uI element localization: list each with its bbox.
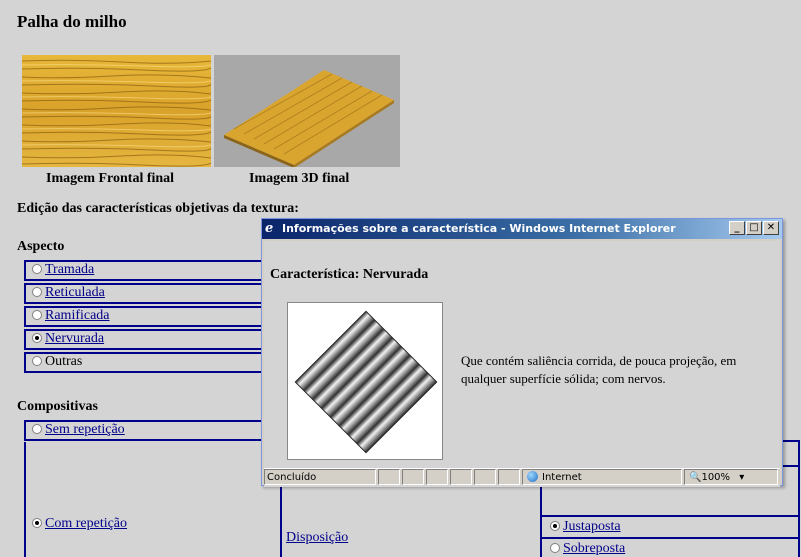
justaposta-bottom-border (542, 537, 800, 539)
option-row-ramificada: Ramificada (24, 306, 274, 327)
option-sobreposta: Sobreposta (550, 541, 625, 557)
ie-logo-icon: e (265, 221, 274, 236)
popup-title: Informações sobre a característica - Win… (282, 222, 676, 235)
outras-label: Outras (45, 354, 83, 369)
zone-label: Internet (542, 472, 582, 483)
justaposta-link[interactable]: Justaposta (563, 519, 621, 534)
justaposta-radio[interactable] (550, 521, 560, 531)
aspecto-heading: Aspecto (17, 239, 65, 254)
option-row-reticulada: Reticulada (24, 283, 274, 304)
nervurada-link[interactable]: Nervurada (45, 331, 104, 346)
status-pane-4 (450, 469, 472, 485)
page-title: Palha do milho (17, 12, 127, 31)
status-pane-3 (426, 469, 448, 485)
tramada-link[interactable]: Tramada (45, 262, 94, 277)
zoom-icon: 🔍 (689, 472, 702, 483)
3d-image-caption: Imagem 3D final (249, 171, 350, 186)
sobreposta-radio[interactable] (550, 543, 560, 553)
caracteristica-heading: Característica: Nervurada (270, 267, 429, 282)
status-pane-5 (474, 469, 496, 485)
status-pane-1 (378, 469, 400, 485)
minimize-button[interactable]: _ (729, 221, 745, 235)
disposicao-link[interactable]: Disposição (286, 530, 348, 546)
disposicao-border-left (280, 486, 282, 557)
ramificada-radio[interactable] (32, 310, 42, 320)
outras-radio[interactable] (32, 356, 42, 366)
edit-section-title: Edição das características objetivas da … (17, 201, 299, 216)
repeticao-group-border (24, 442, 26, 557)
status-text: Concluído (264, 469, 376, 485)
globe-icon (527, 471, 538, 482)
option-row-sem-repeticao: Sem repetição (24, 420, 274, 441)
zoom-level: 100% (701, 472, 731, 483)
popup-content: Característica: Nervurada Que contém sal… (264, 241, 780, 487)
status-pane-2 (402, 469, 424, 485)
justaposta-top-border (542, 515, 800, 517)
window-controls: _ □ ✕ (729, 221, 779, 235)
maximize-button[interactable]: □ (746, 221, 762, 235)
zoom-pane[interactable]: 🔍100% ▾ (684, 469, 778, 485)
popup-statusbar: Concluído Internet 🔍100% ▾ (264, 468, 780, 485)
option-justaposta: Justaposta (550, 519, 621, 535)
sobreposta-link[interactable]: Sobreposta (563, 541, 625, 556)
caracteristica-description: Que contém saliência corrida, de pouca p… (461, 353, 737, 386)
info-popup-window: e Informações sobre a característica - W… (261, 218, 783, 487)
compositivas-heading: Compositivas (17, 399, 98, 414)
right-border (798, 440, 800, 557)
3d-texture-image (214, 55, 400, 167)
right-border-mid (783, 465, 800, 467)
tramada-radio[interactable] (32, 264, 42, 274)
nervurada-radio[interactable] (32, 333, 42, 343)
zone-pane: Internet (522, 469, 682, 485)
com-repeticao-link[interactable]: Com repetição (45, 516, 127, 531)
ramificada-link[interactable]: Ramificada (45, 308, 110, 323)
zoom-dropdown-icon[interactable]: ▾ (739, 472, 744, 483)
sem-repeticao-radio[interactable] (32, 424, 42, 434)
frontal-texture-image (22, 55, 211, 167)
disposicao-border-right (540, 486, 542, 557)
reticulada-link[interactable]: Reticulada (45, 285, 105, 300)
option-com-repeticao: Com repetição (32, 516, 127, 532)
option-row-outras: Outras (24, 352, 274, 373)
popup-titlebar[interactable]: e Informações sobre a característica - W… (262, 219, 782, 239)
option-row-nervurada: Nervurada (24, 329, 274, 350)
option-row-tramada: Tramada (24, 260, 274, 281)
nervurada-illustration (287, 302, 443, 460)
status-pane-6 (498, 469, 520, 485)
right-border-top (783, 440, 800, 442)
sem-repeticao-link[interactable]: Sem repetição (45, 422, 125, 437)
reticulada-radio[interactable] (32, 287, 42, 297)
com-repeticao-radio[interactable] (32, 518, 42, 528)
frontal-image-caption: Imagem Frontal final (46, 171, 175, 186)
close-button[interactable]: ✕ (763, 221, 779, 235)
